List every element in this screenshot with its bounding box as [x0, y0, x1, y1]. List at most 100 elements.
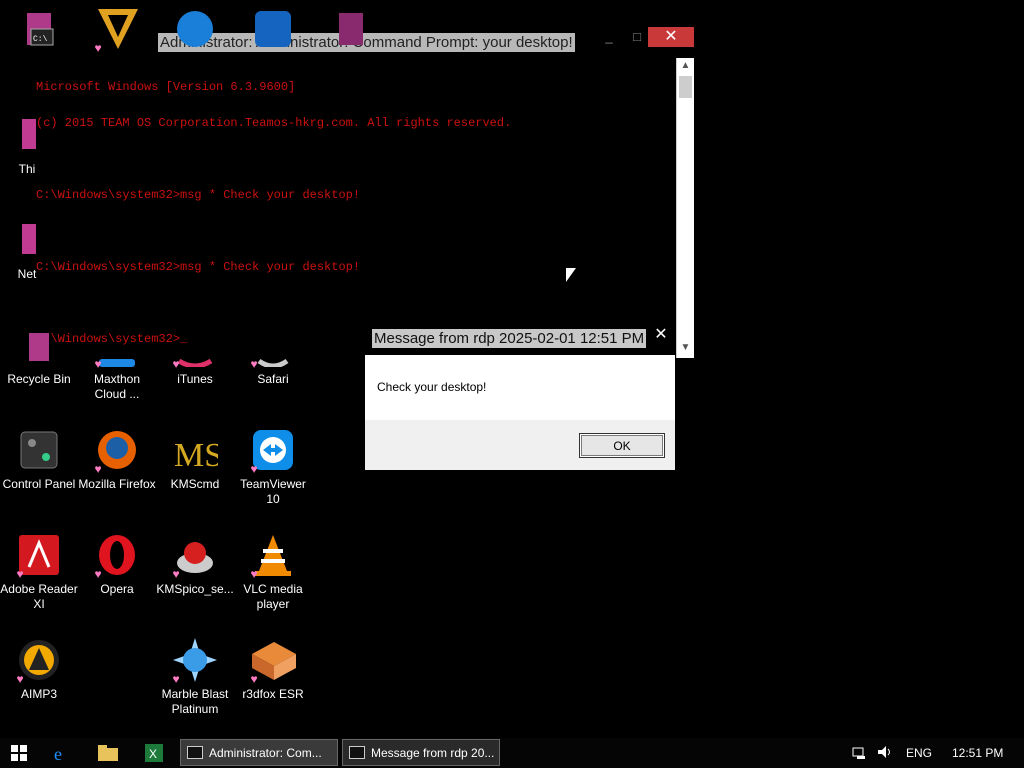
desktop-icon-kmspico[interactable]: ♥ KMSpico_se...	[156, 532, 234, 597]
svg-text:X: X	[149, 747, 157, 761]
aimp-icon: ♥	[16, 637, 62, 686]
marble-blast-icon: ♥	[172, 637, 218, 686]
cmd-line: (c) 2015 TEAM OS Corporation.Teamos-hkrg…	[36, 116, 512, 130]
message-window-icon	[349, 746, 365, 759]
desktop-icon-marble-blast[interactable]: ♥ Marble Blast Platinum	[156, 637, 234, 717]
file-explorer-icon[interactable]	[98, 744, 118, 762]
desktop-icon-opera[interactable]: ♥ Opera	[78, 532, 156, 597]
desktop-icon-control-panel[interactable]: Control Panel	[0, 427, 78, 492]
taskbar-item-cmd[interactable]: Administrator: Com...	[180, 739, 338, 766]
internet-explorer-icon[interactable]: e	[52, 744, 72, 762]
desktop-icon-itunes[interactable]: ♥ iTunes	[156, 322, 234, 387]
cmd-window-icon	[187, 746, 203, 759]
ok-button[interactable]: OK	[579, 433, 665, 458]
adobe-reader-icon: ♥	[16, 532, 62, 581]
cmd-line	[36, 225, 666, 237]
start-button[interactable]	[9, 744, 29, 762]
desktop-icon-recycle[interactable]: Recycle Bin	[0, 322, 78, 387]
clock[interactable]: 12:51 PM	[952, 746, 1003, 760]
taskbar-item-message[interactable]: Message from rdp 20...	[342, 739, 500, 766]
desktop-icon-label: Recycle Bin	[7, 372, 71, 386]
desktop-icon-label: Maxthon Cloud ...	[93, 372, 141, 401]
cmd-line	[36, 297, 666, 309]
desktop-icon-label: Thi	[18, 162, 36, 176]
recycle-bin-icon	[16, 322, 62, 368]
scroll-thumb[interactable]	[679, 76, 692, 98]
maxthon-icon: ♥	[94, 322, 140, 371]
heart-icon: ♥	[172, 672, 180, 686]
excel-icon[interactable]: X	[144, 744, 164, 762]
desktop-icon-net[interactable]: Net	[0, 217, 66, 282]
cmd-output[interactable]: Microsoft Windows [Version 6.3.9600] (c)…	[36, 57, 666, 357]
volume-icon[interactable]	[877, 745, 893, 762]
kmscmd-icon: MS	[172, 427, 218, 474]
cmd-line	[36, 153, 666, 165]
vlc-icon: ♥	[250, 532, 296, 581]
desktop-icon-label: r3dfox ESR	[242, 687, 304, 701]
vertical-scrollbar[interactable]: ▲ ▼	[676, 58, 694, 358]
desktop-icon-label: Control Panel	[2, 477, 76, 491]
close-button[interactable]: ✕	[648, 27, 694, 47]
desktop-icon-label: iTunes	[177, 372, 213, 386]
message-text: Check your desktop!	[377, 380, 487, 394]
pink-shortcut-icon	[4, 217, 50, 263]
svg-text:e: e	[54, 744, 62, 762]
taskbar: e X Administrator: Com... Message from r…	[0, 738, 1024, 768]
desktop-icon-vlc[interactable]: ♥ VLC media player	[234, 532, 312, 612]
desktop-icon-purple[interactable]	[312, 6, 390, 52]
heart-icon: ♥	[94, 41, 102, 55]
v-logo-icon: ♥	[94, 6, 140, 55]
taskbar-item-label: Message from rdp 20...	[371, 745, 495, 760]
desktop-icon-label: TeamViewer 10	[240, 477, 306, 506]
heart-icon: ♥	[250, 672, 258, 686]
svg-text:C:\: C:\	[33, 35, 48, 44]
heart-icon: ♥	[250, 567, 258, 581]
mouse-cursor-icon	[566, 268, 576, 282]
desktop-icon-cmd[interactable]: C:\	[0, 8, 78, 54]
heart-icon: ♥	[16, 567, 24, 581]
desktop-icon-label: Mozilla Firefox	[78, 477, 156, 491]
desktop-icon-firefox[interactable]: ♥ Mozilla Firefox	[78, 427, 156, 492]
desktop-icon-r3dfox[interactable]: ♥ r3dfox ESR	[234, 637, 312, 702]
desktop-icon-aimp[interactable]: ♥ AIMP3	[0, 637, 78, 702]
desktop-icon-adobe[interactable]: ♥ Adobe Reader XI	[0, 532, 78, 612]
r3dfox-icon: ♥	[250, 637, 296, 686]
app-icon	[172, 6, 218, 52]
desktop-icon-maxthon[interactable]: ♥ Maxthon Cloud ...	[78, 322, 156, 402]
desktop-icon-label: KMScmd	[170, 477, 220, 491]
heart-icon: ♥	[172, 357, 180, 371]
desktop-icon-label: Opera	[100, 582, 134, 596]
heart-icon: ♥	[94, 462, 102, 476]
message-dialog-close-button[interactable]: ✕	[650, 325, 672, 345]
language-indicator[interactable]: ENG	[906, 746, 932, 760]
desktop-icon-label: Safari	[257, 372, 289, 386]
heart-icon: ♥	[250, 357, 258, 371]
desktop-icon-blue[interactable]	[156, 6, 234, 52]
heart-icon: ♥	[94, 357, 102, 371]
pink-shortcut-icon	[4, 112, 50, 158]
scroll-down-icon[interactable]: ▼	[677, 342, 694, 353]
heart-icon: ♥	[250, 462, 258, 476]
desktop-icon-safari[interactable]: ♥ Safari	[234, 322, 312, 387]
svg-text:MS: MS	[174, 437, 218, 474]
desktop-icon-blue2[interactable]	[234, 6, 312, 52]
desktop-icon-teamviewer[interactable]: ♥ TeamViewer 10	[234, 427, 312, 507]
safari-icon: ♥	[250, 322, 296, 371]
network-icon[interactable]	[852, 746, 868, 763]
desktop-icon-thi[interactable]: Thi	[0, 112, 66, 177]
desktop-icon-kmscmd[interactable]: MS KMScmd	[156, 427, 234, 492]
kmspico-icon: ♥	[172, 532, 218, 580]
cmd-shortcut-icon: C:\	[16, 8, 62, 54]
cmd-line: C:\Windows\system32>msg * Check your des…	[36, 188, 361, 202]
desktop-icon-label: Marble Blast Platinum	[161, 687, 229, 716]
desktop-icon-v[interactable]: ♥	[78, 6, 156, 55]
heart-icon: ♥	[16, 672, 24, 686]
app-icon	[250, 6, 296, 52]
control-panel-icon	[16, 427, 62, 473]
message-dialog-title: Message from rdp 2025-02-01 12:51 PM	[372, 329, 647, 348]
scroll-up-icon[interactable]: ▲	[677, 60, 694, 71]
desktop-icon-label: VLC media player	[243, 582, 303, 611]
windows-logo-icon	[11, 745, 27, 761]
maximize-button[interactable]: □	[626, 27, 648, 47]
minimize-button[interactable]: _	[598, 27, 620, 47]
